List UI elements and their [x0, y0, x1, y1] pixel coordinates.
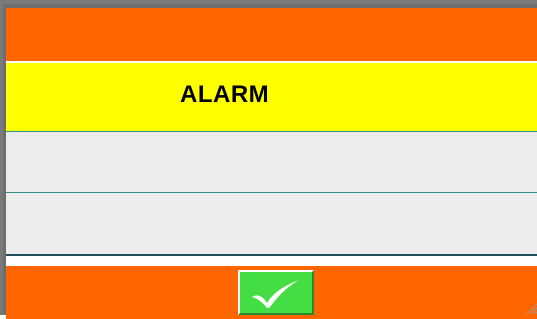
resize-grip-icon[interactable] [523, 300, 537, 314]
alarm-dialog: ALARM [0, 0, 537, 319]
confirm-button[interactable] [238, 270, 314, 315]
dialog-footer-bar [6, 266, 537, 319]
dialog-header-bar [6, 8, 537, 61]
message-row-1 [6, 131, 537, 192]
alarm-title: ALARM [180, 81, 270, 108]
checkmark-icon [252, 279, 299, 308]
footer-divider [6, 254, 537, 266]
alarm-title-band: ALARM [6, 61, 537, 131]
message-row-2 [6, 192, 537, 254]
